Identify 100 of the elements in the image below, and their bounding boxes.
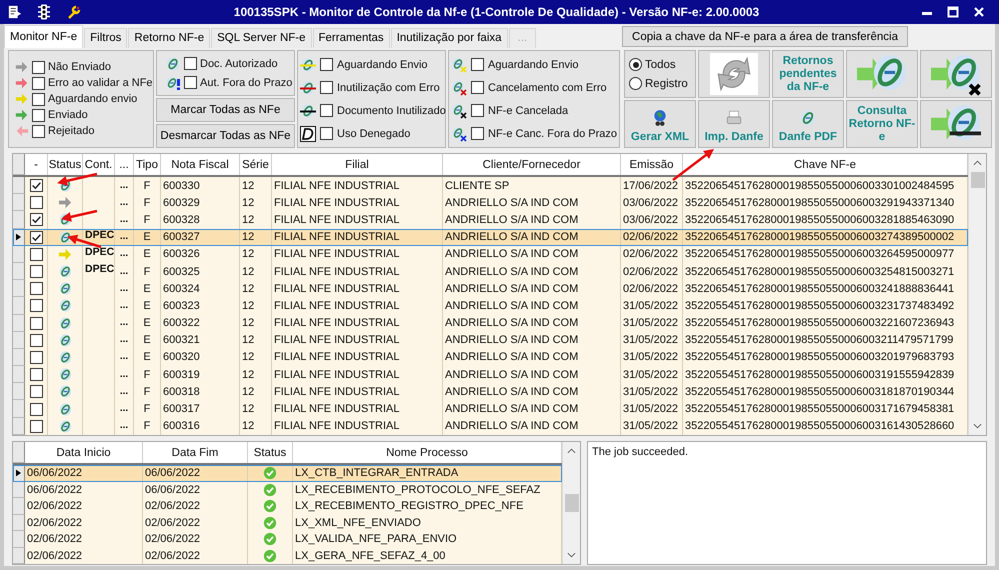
table-row[interactable]: ... E 600324 12 FILIAL NFE INDUSTRIAL ANDRIELLO S/A IND COM 02/06/2022 35220654517628000198550550006003241888836441 [13, 280, 968, 298]
column-header[interactable]: Cont. [83, 154, 115, 175]
column-header[interactable]: Tipo [134, 154, 161, 175]
table-row[interactable]: DPEC ... E 600326 12 FILIAL NFE INDUSTRIAL ANDRIELLO S/A IND COM 02/06/2022 35220654517628000198550550006003264595000977 [13, 246, 968, 263]
column-header[interactable]: Status [248, 442, 293, 463]
checkbox[interactable] [320, 104, 333, 117]
traffic-light-icon[interactable] [36, 4, 52, 20]
column-header[interactable]: Data Inicio [25, 442, 143, 463]
checkbox[interactable] [320, 127, 333, 140]
table-row[interactable]: ... E 600323 12 FILIAL NFE INDUSTRIAL ANDRIELLO S/A IND COM 31/05/2022 35220554517628000198550550006003231737483492 [13, 297, 968, 314]
table-row[interactable]: DPEC ... E 600327 12 FILIAL NFE INDUSTRIAL ANDRIELLO S/A IND COM 02/06/2022 35220654517628000198550550006003274389500002 [13, 228, 968, 246]
checkbox[interactable] [30, 213, 42, 226]
more-button[interactable]: ... [120, 180, 128, 191]
checkbox[interactable] [32, 108, 45, 122]
wrench-icon[interactable] [66, 4, 82, 20]
more-button[interactable]: ... [120, 214, 128, 225]
checkbox[interactable] [184, 76, 197, 89]
checkbox[interactable] [30, 334, 42, 347]
tab[interactable]: Filtros [84, 28, 128, 48]
checkbox[interactable] [30, 248, 42, 261]
column-header[interactable]: ... [115, 154, 134, 175]
checkbox[interactable] [471, 58, 484, 71]
column-header[interactable]: Status [48, 154, 83, 175]
more-button[interactable]: ... [120, 335, 128, 346]
checkbox[interactable] [30, 299, 42, 312]
more-button[interactable]: ... [120, 266, 128, 277]
table-row[interactable]: DPEC ... F 600325 12 FILIAL NFE INDUSTRIAL ANDRIELLO S/A IND COM 02/06/2022 35220654517628000198550550006003254815003271 [13, 262, 968, 280]
checkbox[interactable] [30, 265, 42, 278]
checkbox[interactable] [30, 368, 42, 382]
checkbox[interactable] [30, 385, 42, 398]
table-row[interactable]: 02/06/2022 02/06/2022 LX_GERA_NFE_SEFAZ_4_00 [13, 548, 562, 564]
tab[interactable]: Monitor NF-e [4, 25, 84, 48]
checkbox[interactable] [30, 420, 42, 433]
select-button[interactable]: Desmarcar Todas as NFe [156, 124, 295, 148]
select-button[interactable]: Marcar Todas as NFe [156, 98, 295, 122]
more-button[interactable]: ... [120, 232, 128, 242]
column-header[interactable]: Filial [272, 154, 443, 175]
scroll-down-icon[interactable] [973, 423, 982, 429]
checkbox[interactable] [320, 58, 333, 71]
checkbox[interactable] [30, 316, 42, 330]
table-row[interactable]: 02/06/2022 02/06/2022 LX_XML_NFE_ENVIADO [13, 514, 562, 531]
table-row[interactable]: ... F 600329 12 FILIAL NFE INDUSTRIAL ANDRIELLO S/A IND COM 03/06/2022 35220654517628000198550550006003291943371340 [13, 194, 968, 212]
more-button[interactable]: ... [120, 318, 128, 328]
tab[interactable]: Retorno NF-e [128, 28, 210, 48]
column-header[interactable]: Emissão [621, 154, 683, 175]
column-header[interactable]: Cliente/Fornecedor [443, 154, 621, 175]
more-button[interactable]: ... [120, 404, 128, 414]
table-row[interactable]: ... F 600318 12 FILIAL NFE INDUSTRIAL ANDRIELLO S/A IND COM 31/05/2022 35220554517628000198550550006003181870190344 [13, 383, 968, 400]
more-button[interactable]: ... [120, 198, 128, 208]
more-button[interactable]: ... [120, 421, 128, 432]
table-row[interactable]: ... E 600321 12 FILIAL NFE INDUSTRIAL ANDRIELLO S/A IND COM 31/05/2022 35220554517628000198550550006003211479571799 [13, 332, 968, 349]
table-row[interactable]: ... F 600316 12 FILIAL NFE INDUSTRIAL ANDRIELLO S/A IND COM 31/05/2022 35220554517628000198550550006003161430528660 [13, 418, 968, 435]
icon-button[interactable] [920, 50, 992, 98]
scroll-up-icon[interactable] [973, 160, 982, 166]
radio-button[interactable] [629, 58, 642, 71]
more-button[interactable]: ... [120, 300, 128, 311]
table-row[interactable]: 06/06/2022 06/06/2022 LX_RECEBIMENTO_PROTOCOLO_NFE_SEFAZ [13, 482, 562, 498]
column-header[interactable]: Nota Fiscal [161, 154, 240, 175]
table-row[interactable]: ... F 600317 12 FILIAL NFE INDUSTRIAL ANDRIELLO S/A IND COM 31/05/2022 35220554517628000198550550006003171679458381 [13, 400, 968, 418]
tab[interactable]: Ferramentas [312, 28, 390, 48]
table-row[interactable]: ... F 600330 12 FILIAL NFE INDUSTRIAL CLIENTE SP 17/06/2022 35220654517628000198550550006003301002484595 [13, 177, 968, 194]
copy-key-button[interactable]: Copia a chave da NF-e para a área de transferência [622, 26, 908, 47]
table-row[interactable]: ... E 600320 12 FILIAL NFE INDUSTRIAL ANDRIELLO S/A IND COM 31/05/2022 35220554517628000198550550006003201979683793 [13, 348, 968, 366]
checkbox[interactable] [30, 402, 42, 416]
checkbox[interactable] [30, 282, 42, 296]
checkbox[interactable] [32, 60, 45, 74]
table-row[interactable]: ... F 600319 12 FILIAL NFE INDUSTRIAL ANDRIELLO S/A IND COM 31/05/2022 35220554517628000198550550006003191555942839 [13, 366, 968, 384]
checkbox[interactable] [30, 230, 42, 244]
column-header[interactable]: Data Fim [143, 442, 248, 463]
radio-button[interactable] [629, 77, 642, 90]
column-header[interactable]: - [25, 154, 48, 175]
checkbox[interactable] [30, 196, 42, 210]
more-button[interactable]: ... [120, 284, 128, 294]
more-button[interactable]: ... [120, 370, 128, 380]
tab[interactable]: Inutilização por faixa [390, 28, 508, 48]
table-row[interactable]: 02/06/2022 02/06/2022 LX_VALIDA_NFE_PARA_ENVIO [13, 531, 562, 548]
document-arrow-icon[interactable] [8, 5, 22, 19]
more-button[interactable]: ... [120, 386, 128, 397]
checkbox[interactable] [471, 104, 484, 117]
scrollbar-thumb[interactable] [970, 172, 984, 188]
row-header[interactable] [13, 228, 25, 246]
checkbox[interactable] [30, 350, 42, 364]
scroll-down-icon[interactable] [567, 552, 576, 558]
checkbox[interactable] [32, 124, 45, 138]
checkbox[interactable] [30, 179, 42, 192]
scrollbar[interactable] [968, 154, 986, 435]
table-row[interactable]: ... E 600322 12 FILIAL NFE INDUSTRIAL ANDRIELLO S/A IND COM 31/05/2022 35220554517628000198550550006003221607236943 [13, 314, 968, 332]
maximize-icon[interactable] [947, 6, 959, 18]
scrollbar-thumb[interactable] [564, 494, 578, 512]
more-button[interactable]: ... [120, 249, 128, 260]
column-header[interactable]: Série [240, 154, 272, 175]
scroll-up-icon[interactable] [567, 448, 576, 454]
tab[interactable]: SQL Server NF-e [211, 28, 312, 48]
scrollbar[interactable] [562, 442, 580, 564]
checkbox[interactable] [32, 92, 45, 106]
checkbox[interactable] [184, 57, 197, 70]
icon-button[interactable] [920, 100, 992, 148]
checkbox[interactable] [320, 81, 333, 94]
checkbox[interactable] [471, 127, 484, 140]
table-row[interactable]: 06/06/2022 06/06/2022 LX_CTB_INTEGRAR_ENTRADA [13, 465, 562, 482]
